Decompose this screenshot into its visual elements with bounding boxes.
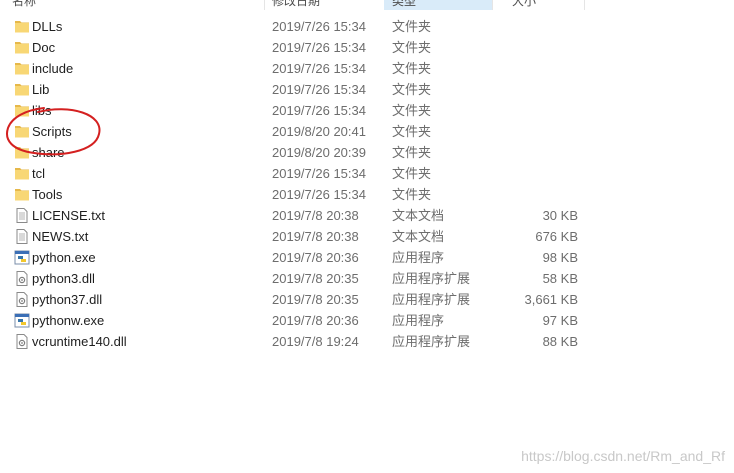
dll-file-icon (14, 292, 30, 307)
column-divider[interactable] (584, 0, 585, 10)
watermark: https://blog.csdn.net/Rm_and_Rf (521, 448, 725, 464)
file-size: 3,661 KB (524, 292, 579, 307)
column-divider[interactable] (264, 0, 265, 10)
python-exe-icon (14, 313, 30, 328)
file-name: python3.dll (32, 271, 95, 286)
folder-icon (14, 187, 30, 202)
text-file-icon (14, 229, 30, 244)
file-row[interactable]: Tools 2019/7/26 15:34 文件夹 (8, 184, 588, 205)
file-row[interactable]: python3.dll 2019/7/8 20:35 应用程序扩展 58 KB (8, 268, 588, 289)
column-header-type[interactable]: 类型 (384, 0, 492, 10)
file-type: 文件夹 (392, 166, 432, 181)
file-row[interactable]: share 2019/8/20 20:39 文件夹 (8, 142, 588, 163)
column-header-size[interactable]: 大小 (512, 0, 584, 10)
file-type: 应用程序扩展 (392, 334, 471, 349)
file-row[interactable]: Doc 2019/7/26 15:34 文件夹 (8, 37, 588, 58)
file-type: 文本文档 (392, 208, 445, 223)
file-date: 2019/7/26 15:34 (272, 61, 366, 76)
column-header-date[interactable]: 修改日期 (272, 0, 384, 10)
file-size: 676 KB (535, 229, 578, 244)
file-row[interactable]: Scripts 2019/8/20 20:41 文件夹 (8, 121, 588, 142)
file-date: 2019/7/26 15:34 (272, 19, 366, 34)
file-row[interactable]: Lib 2019/7/26 15:34 文件夹 (8, 79, 588, 100)
file-date: 2019/8/20 20:39 (272, 145, 366, 160)
file-size: 30 KB (542, 208, 578, 223)
file-date: 2019/7/26 15:34 (272, 103, 366, 118)
folder-icon (14, 19, 30, 34)
file-type: 应用程序扩展 (392, 271, 471, 286)
file-date: 2019/7/26 15:34 (272, 82, 366, 97)
folder-icon (14, 124, 30, 139)
file-size: 98 KB (542, 250, 578, 265)
file-date: 2019/7/8 20:36 (272, 313, 359, 328)
file-type: 文件夹 (392, 187, 432, 202)
file-date: 2019/7/26 15:34 (272, 187, 366, 202)
file-row[interactable]: LICENSE.txt 2019/7/8 20:38 文本文档 30 KB (8, 205, 588, 226)
file-type: 文本文档 (392, 229, 445, 244)
folder-icon (14, 61, 30, 76)
file-type: 应用程序 (392, 313, 445, 328)
file-row[interactable]: include 2019/7/26 15:34 文件夹 (8, 58, 588, 79)
file-type: 应用程序扩展 (392, 292, 471, 307)
file-row[interactable]: vcruntime140.dll 2019/7/8 19:24 应用程序扩展 88 K… (8, 331, 588, 352)
file-date: 2019/7/8 20:38 (272, 208, 359, 223)
file-row[interactable]: python37.dll 2019/7/8 20:35 应用程序扩展 3,661 KB (8, 289, 588, 310)
file-row[interactable]: DLLs 2019/7/26 15:34 文件夹 (8, 16, 588, 37)
file-type: 应用程序 (392, 250, 445, 265)
file-type: 文件夹 (392, 145, 432, 160)
file-type: 文件夹 (392, 40, 432, 55)
folder-icon (14, 145, 30, 160)
file-row[interactable]: libs 2019/7/26 15:34 文件夹 (8, 100, 588, 121)
text-file-icon (14, 208, 30, 223)
file-date: 2019/7/8 20:35 (272, 292, 359, 307)
folder-icon (14, 103, 30, 118)
file-name: tcl (32, 166, 45, 181)
folder-icon (14, 82, 30, 97)
folder-icon (14, 166, 30, 181)
dll-file-icon (14, 271, 30, 286)
dll-file-icon (14, 334, 30, 349)
file-name: python37.dll (32, 292, 103, 307)
file-date: 2019/7/26 15:34 (272, 166, 366, 181)
file-date: 2019/7/26 15:34 (272, 40, 366, 55)
file-name: libs (32, 103, 52, 118)
column-header: 名称 修改日期 类型 大小 (0, 0, 734, 10)
file-date: 2019/7/8 19:24 (272, 334, 359, 349)
file-name: share (32, 145, 65, 160)
file-date: 2019/8/20 20:41 (272, 124, 366, 139)
file-type: 文件夹 (392, 82, 432, 97)
file-size: 97 KB (542, 313, 578, 328)
file-name: LICENSE.txt (32, 208, 105, 223)
file-name: NEWS.txt (32, 229, 89, 244)
file-name: pythonw.exe (32, 313, 105, 328)
file-row[interactable]: python.exe 2019/7/8 20:36 应用程序 98 KB (8, 247, 588, 268)
column-header-name[interactable]: 名称 (12, 0, 262, 10)
file-name: vcruntime140.dll (32, 334, 127, 349)
file-type: 文件夹 (392, 19, 432, 34)
file-type: 文件夹 (392, 103, 432, 118)
folder-icon (14, 40, 30, 55)
file-row[interactable]: tcl 2019/7/26 15:34 文件夹 (8, 163, 588, 184)
file-name: Tools (32, 187, 63, 202)
file-name: Scripts (32, 124, 72, 139)
file-row[interactable]: NEWS.txt 2019/7/8 20:38 文本文档 676 KB (8, 226, 588, 247)
file-name: python.exe (32, 250, 96, 265)
file-name: include (32, 61, 74, 76)
file-name: Lib (32, 82, 50, 97)
file-date: 2019/7/8 20:38 (272, 229, 359, 244)
file-date: 2019/7/8 20:36 (272, 250, 359, 265)
file-name: Doc (32, 40, 56, 55)
file-type: 文件夹 (392, 61, 432, 76)
file-name: DLLs (32, 19, 63, 34)
file-date: 2019/7/8 20:35 (272, 271, 359, 286)
file-row[interactable]: pythonw.exe 2019/7/8 20:36 应用程序 97 KB (8, 310, 588, 331)
column-divider[interactable] (492, 0, 493, 10)
file-type: 文件夹 (392, 124, 432, 139)
file-size: 58 KB (542, 271, 578, 286)
python-exe-icon (14, 250, 30, 265)
file-size: 88 KB (542, 334, 578, 349)
